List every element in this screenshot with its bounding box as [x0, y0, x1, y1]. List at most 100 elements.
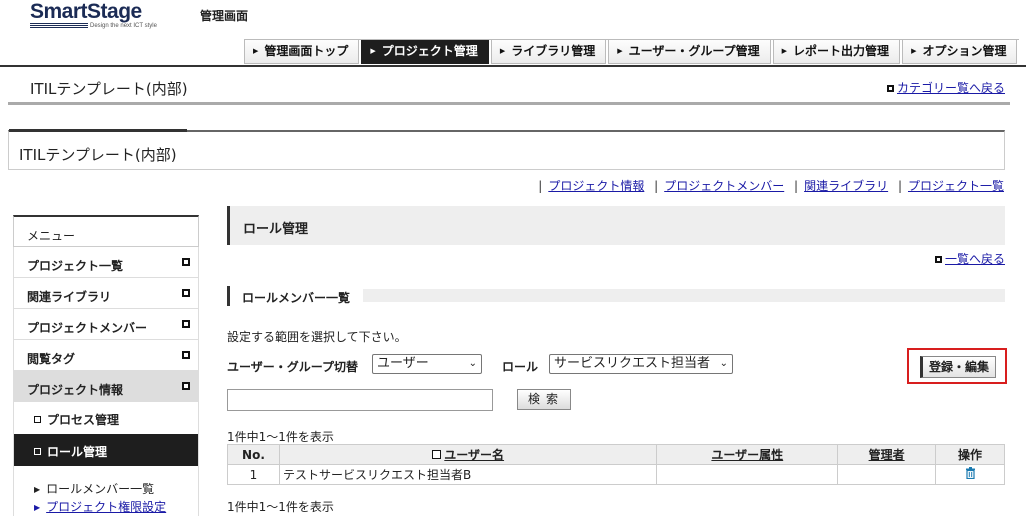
sidebar-leaf-label[interactable]: プロジェクト権限設定 — [46, 500, 166, 514]
sidebar-leaf-role-member-list[interactable]: ▶ ロールメンバー一覧 — [13, 480, 199, 498]
main-content: ロール管理 一覧へ戻る ロールメンバー一覧 設定する範囲を選択して下さい。 ユー… — [227, 206, 1007, 514]
tab-option-management[interactable]: ▶ オプション管理 — [902, 40, 1018, 64]
triangle-icon: ▶ — [781, 47, 788, 55]
section-bar — [363, 289, 1005, 302]
trash-icon[interactable] — [965, 466, 976, 483]
tab-report-output-management[interactable]: ▶ レポート出力管理 — [772, 40, 901, 64]
sidebar-item-project-members[interactable]: プロジェクトメンバー — [13, 309, 199, 340]
result-count-top: 1件中1～1件を表示 — [227, 430, 334, 444]
column-action: 操作 — [935, 444, 1005, 465]
table-row: 1 テストサービスリクエスト担当者B — [227, 464, 1005, 485]
link-project-info[interactable]: プロジェクト情報 — [548, 179, 644, 193]
square-bullet-icon — [934, 256, 942, 263]
back-to-list-label[interactable]: 一覧へ戻る — [945, 252, 1005, 266]
sidebar-leaf-project-permissions[interactable]: ▶ プロジェクト権限設定 — [13, 498, 199, 516]
column-admin[interactable]: 管理者 — [837, 444, 937, 465]
separator: | — [794, 179, 799, 193]
project-header-accent — [9, 129, 187, 132]
logo[interactable]: SmartStage Design the next ICT style — [30, 0, 180, 34]
top-navigation: ▶ 管理画面トップ ▶ プロジェクト管理 ▶ ライブラリ管理 ▶ ユーザー・グループ管理… — [244, 39, 1020, 64]
group-switch-select[interactable]: ユーザー ⌄ — [372, 354, 482, 374]
link-project-members[interactable]: プロジェクトメンバー — [664, 179, 784, 193]
logo-tagline: Design the next ICT style — [90, 23, 157, 29]
search-input[interactable] — [227, 389, 493, 411]
sidebar: メニュー プロジェクト一覧 関連ライブラリ プロジェクトメンバー 閲覧タグ プロ… — [13, 215, 199, 516]
project-header: ITILテンプレート(内部) — [8, 129, 1005, 170]
sidebar-item-project-list[interactable]: プロジェクト一覧 — [13, 247, 199, 278]
cell-user-attribute — [656, 464, 839, 485]
sidebar-sub-role-management[interactable]: ロール管理 — [13, 434, 199, 466]
member-table: No. ユーザー名 ユーザー属性 管理者 操作 1 テストサービスリクエスト担当… — [227, 444, 1005, 485]
group-switch-label: ユーザー・グループ切替 — [227, 360, 359, 374]
role-label: ロール — [502, 360, 539, 374]
square-bullet-icon — [182, 382, 190, 390]
sort-icon[interactable] — [432, 450, 442, 459]
sidebar-spacer — [13, 466, 199, 480]
sidebar-item-label: 関連ライブラリ — [27, 290, 112, 304]
project-title: ITILテンプレート(内部) — [19, 146, 177, 164]
triangle-icon: ▶ — [34, 503, 41, 512]
separator: | — [654, 179, 659, 193]
triangle-icon: ▶ — [370, 47, 376, 55]
triangle-icon: ▶ — [253, 47, 259, 55]
register-edit-button[interactable]: 登録・編集 — [920, 356, 996, 378]
sidebar-item-label: プロジェクト一覧 — [27, 259, 124, 273]
result-count-bottom: 1件中1～1件を表示 — [227, 500, 334, 514]
box-bullet-icon — [34, 416, 41, 423]
square-bullet-icon — [182, 258, 190, 266]
sidebar-sub-label: プロセス管理 — [47, 413, 120, 427]
group-switch-value: ユーザー — [377, 356, 429, 371]
box-bullet-icon — [34, 448, 41, 455]
tab-label: ライブラリ管理 — [511, 44, 596, 58]
link-related-library[interactable]: 関連ライブラリ — [804, 179, 888, 193]
category-divider — [8, 102, 1010, 105]
role-select[interactable]: サービスリクエスト担当者 ⌄ — [549, 354, 733, 374]
square-bullet-icon — [182, 289, 190, 297]
sidebar-item-view-tags[interactable]: 閲覧タグ — [13, 340, 199, 371]
back-to-category-label[interactable]: カテゴリー覧へ戻る — [897, 81, 1005, 95]
cell-action — [935, 464, 1005, 485]
column-user-name[interactable]: ユーザー名 — [278, 444, 658, 465]
search-button[interactable]: 検索 — [517, 389, 571, 410]
instruction-text: 設定する範囲を選択して下さい。 — [227, 330, 407, 344]
project-links: | プロジェクト情報 | プロジェクトメンバー | 関連ライブラリ | プロジェクト一覧 — [532, 177, 1004, 194]
column-user-name-label[interactable]: ユーザー名 — [444, 448, 504, 462]
cell-admin — [837, 464, 937, 485]
page-title: ロール管理 — [227, 206, 1005, 245]
logo-text: SmartStage — [30, 0, 142, 23]
sidebar-item-project-info[interactable]: プロジェクト情報 — [13, 371, 199, 402]
category-title: ITILテンプレート(内部) — [30, 80, 188, 98]
sidebar-menu-header: メニュー — [13, 215, 199, 247]
triangle-icon: ▶ — [911, 47, 917, 55]
column-no: No. — [227, 444, 280, 465]
sidebar-item-label: 閲覧タグ — [27, 352, 76, 366]
register-edit-highlight: 登録・編集 — [907, 348, 1007, 384]
tab-library-management[interactable]: ▶ ライブラリ管理 — [490, 40, 607, 64]
square-bullet-icon — [182, 351, 190, 359]
link-project-list[interactable]: プロジェクト一覧 — [908, 179, 1004, 193]
tab-admin-top[interactable]: ▶ 管理画面トップ — [244, 40, 360, 64]
sidebar-item-related-library[interactable]: 関連ライブラリ — [13, 278, 199, 309]
separator: | — [538, 179, 543, 193]
cell-no: 1 — [227, 464, 280, 485]
sidebar-sub-label: ロール管理 — [47, 445, 108, 459]
sidebar-sub-process-management[interactable]: プロセス管理 — [13, 402, 199, 434]
section-header: ロールメンバー一覧 — [227, 286, 1005, 306]
square-bullet-icon — [182, 320, 190, 328]
tab-label: レポート出力管理 — [793, 44, 890, 58]
table-header-row: No. ユーザー名 ユーザー属性 管理者 操作 — [227, 444, 1005, 465]
back-to-list-link[interactable]: 一覧へ戻る — [934, 250, 1005, 267]
separator: | — [897, 179, 902, 193]
column-user-attribute[interactable]: ユーザー属性 — [656, 444, 839, 465]
tab-project-management[interactable]: ▶ プロジェクト管理 — [361, 40, 489, 64]
triangle-icon: ▶ — [34, 485, 41, 494]
role-value: サービスリクエスト担当者 — [554, 356, 711, 371]
cell-user-name: テストサービスリクエスト担当者B — [278, 464, 658, 485]
back-to-category-link[interactable]: カテゴリー覧へ戻る — [886, 79, 1005, 96]
tab-label: オプション管理 — [922, 44, 1007, 58]
triangle-icon: ▶ — [499, 47, 506, 55]
filter-row: ユーザー・グループ切替 ユーザー ⌄ ロール サービスリクエスト担当者 ⌄ 登録・編… — [227, 348, 1007, 384]
admin-label: 管理画面 — [200, 9, 249, 23]
tab-user-group-management[interactable]: ▶ ユーザー・グループ管理 — [608, 40, 771, 64]
header-divider — [0, 65, 1026, 67]
